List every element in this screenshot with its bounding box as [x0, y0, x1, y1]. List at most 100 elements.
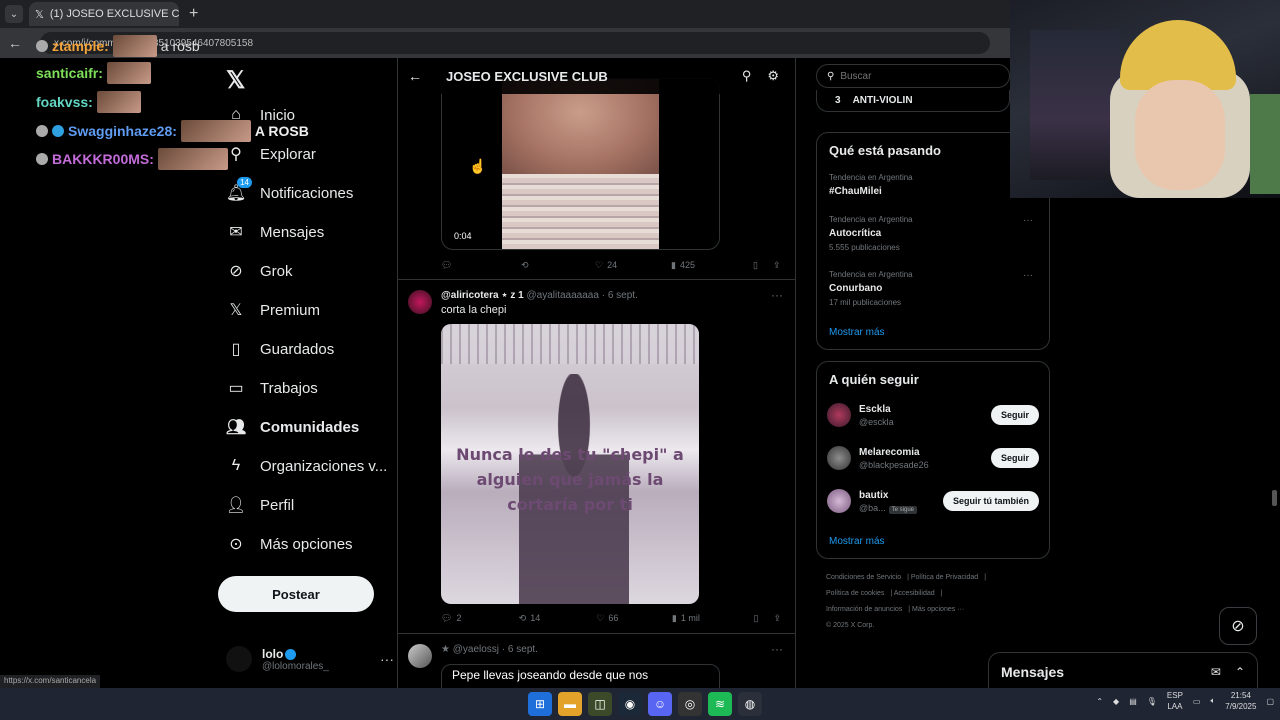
nav-item-grok[interactable]: ⊘ Grok	[226, 256, 292, 286]
nav-item-mas-opciones[interactable]: ⊙ Más opciones	[226, 529, 352, 559]
grok-icon: ⊘	[229, 263, 243, 280]
views-button[interactable]: ▮ 1 mil	[672, 613, 754, 624]
account-switcher[interactable]: lolo @lolomorales_ ···	[226, 642, 394, 676]
grok-floating-icon[interactable]: ⊘	[1219, 607, 1257, 645]
nav-item-organizaciones[interactable]: ϟ Organizaciones v...	[226, 451, 388, 481]
trend-more-icon[interactable]: ···	[1023, 270, 1033, 281]
expand-icon[interactable]: ⌃	[1235, 665, 1245, 679]
volume-icon[interactable]: 🔈︎	[1210, 696, 1215, 706]
repost-icon[interactable]: ⟲	[521, 260, 595, 271]
messages-drawer[interactable]: Mensajes ✉ ⌃	[988, 652, 1258, 690]
tweet-date[interactable]: · 6 sept.	[602, 290, 638, 301]
footer-link[interactable]: Política de Privacidad	[911, 574, 978, 581]
avatar[interactable]	[408, 290, 432, 314]
views-button[interactable]: ▮ 425	[671, 260, 753, 271]
follow-show-more-link[interactable]: Mostrar más	[829, 536, 885, 547]
bookmark-icon[interactable]: ▯	[754, 613, 774, 624]
footer-link[interactable]: Condiciones de Servicio	[826, 574, 901, 581]
address-bar[interactable]: x.com/i/communities/1851039546407805158	[40, 32, 990, 54]
windows-start-icon[interactable]: ⊞	[528, 692, 552, 716]
follow-back-button[interactable]: Seguir tú también	[942, 491, 1039, 511]
nav-item-mensajes[interactable]: ✉ Mensajes	[226, 217, 324, 247]
tweet-image[interactable]: Nunca le des tu "chepi" a alguien que ja…	[441, 324, 699, 604]
trend-item[interactable]: Tendencia en Argentina Autocrítica 5.555…	[829, 215, 1039, 252]
steam-icon[interactable]: ◉	[618, 692, 642, 716]
footer-link[interactable]: Accesibilidad	[894, 590, 935, 597]
x-logo-icon[interactable]: 𝕏	[226, 66, 245, 95]
nav-item-trabajos[interactable]: ▭ Trabajos	[226, 373, 318, 403]
tray-chevron-icon[interactable]: ⌃	[1096, 697, 1103, 706]
new-message-icon[interactable]: ✉	[1211, 665, 1221, 679]
tweet-more-icon[interactable]: ···	[771, 642, 783, 656]
clock[interactable]: 21:54 7/9/2025	[1225, 690, 1256, 712]
file-explorer-icon[interactable]: ▬	[558, 692, 582, 716]
post-button[interactable]: Postear	[218, 576, 374, 612]
tweet-date[interactable]: · 6 sept.	[502, 644, 538, 655]
microphone-icon[interactable]: 🎙︎	[1147, 697, 1157, 706]
app-icon[interactable]: ◫	[588, 692, 612, 716]
communities-icon: 👥︎	[225, 419, 247, 436]
reply-icon[interactable]: 💬︎	[441, 260, 521, 271]
chrome-icon[interactable]: ◍	[738, 692, 762, 716]
tweet-author-handle[interactable]: ★ @yaelossj	[441, 644, 499, 655]
trends-show-more-link[interactable]: Mostrar más	[829, 327, 885, 338]
trend-more-icon[interactable]: ···	[1023, 215, 1033, 226]
new-tab-button[interactable]: +	[189, 5, 198, 23]
browser-tab[interactable]: 𝕏 (1) JOSEO EXCLUSIVE CLUB / X	[29, 2, 179, 26]
search-box[interactable]: ⚲	[816, 64, 1010, 88]
footer-link[interactable]: Información de anuncios	[826, 606, 902, 613]
tray-app-icon[interactable]: ◆	[1113, 697, 1119, 706]
reply-button[interactable]: 💬︎ 2	[441, 613, 519, 624]
tab-list-button[interactable]: ⌄	[5, 5, 23, 23]
nav-item-guardados[interactable]: ▯ Guardados	[226, 334, 335, 364]
tweet-author-handle[interactable]: @ayalitaaaaaaa	[527, 290, 599, 301]
nav-item-comunidades[interactable]: 👥︎ Comunidades	[226, 412, 359, 442]
nav-item-inicio[interactable]: ⌂ Inicio	[226, 100, 295, 130]
nav-item-explorar[interactable]: ⚲ Explorar	[226, 139, 316, 169]
follow-suggestion[interactable]: Melarecomia @blackpesade26 Seguir	[827, 443, 1039, 473]
community-rank-item[interactable]: 3 ANTI-VIOLIN	[816, 90, 1010, 112]
obs-icon[interactable]: ◎	[678, 692, 702, 716]
search-input[interactable]	[840, 70, 991, 82]
search-icon[interactable]: ⚲	[742, 68, 752, 84]
like-button[interactable]: ♡ 24	[595, 260, 671, 271]
footer-link[interactable]: Más opciones ···	[912, 606, 964, 613]
scrollbar[interactable]	[1272, 490, 1277, 506]
tweet-actions: 💬︎ ⟲ ♡ 24 ▮ 425 ▯ ⇪	[441, 257, 781, 273]
discord-icon[interactable]: ☺	[648, 692, 672, 716]
avatar[interactable]	[408, 644, 432, 668]
language-indicator[interactable]: ESP LAA	[1167, 690, 1183, 712]
follow-suggestion[interactable]: bautix @ba... Te sigue Seguir tú también	[827, 486, 1039, 516]
share-icon[interactable]: ⇪	[773, 260, 781, 271]
network-icon[interactable]: ▤	[1129, 697, 1137, 706]
follow-button[interactable]: Seguir	[990, 405, 1039, 425]
tweet-actions: 💬︎ 2 ⟲ 14 ♡ 66 ▮ 1 mil ▯ ⇪	[441, 610, 781, 626]
search-icon: ⚲	[230, 146, 242, 163]
tweet-more-icon[interactable]: ···	[771, 288, 783, 302]
more-dots-icon[interactable]: ···	[380, 651, 394, 667]
follow-suggestion[interactable]: Esckla @esckla Seguir	[827, 400, 1039, 430]
trend-name: Autocrítica	[829, 228, 882, 239]
nav-label: Trabajos	[260, 379, 318, 397]
display-icon[interactable]: ▭	[1193, 697, 1201, 706]
like-button[interactable]: ♡ 66	[596, 613, 672, 624]
share-icon[interactable]: ⇪	[773, 613, 781, 624]
back-arrow-icon[interactable]: ←	[398, 68, 432, 84]
image-caption: Pepe llevas joseando desde que nos	[452, 668, 649, 682]
browser-back-icon[interactable]: ←	[0, 35, 30, 51]
nav-item-premium[interactable]: 𝕏 Premium	[226, 295, 320, 325]
trend-item[interactable]: Tendencia en Argentina #ChauMilei	[829, 173, 1039, 197]
footer-link[interactable]: Política de cookies	[826, 590, 884, 597]
notifications-icon[interactable]: ▢	[1266, 697, 1274, 706]
nav-item-notificaciones[interactable]: 🔔︎ 14 Notificaciones	[226, 177, 353, 208]
spotify-icon[interactable]: ≋	[708, 692, 732, 716]
nav-item-perfil[interactable]: 👤︎ Perfil	[226, 490, 294, 520]
tweet-image[interactable]: Pepe llevas joseando desde que nos	[441, 664, 720, 688]
tweet-author-name[interactable]: @aliricotera ⋆ z 1	[441, 290, 524, 301]
follow-button[interactable]: Seguir	[990, 448, 1039, 468]
avatar	[827, 489, 851, 513]
gear-icon[interactable]: ⚙	[767, 68, 779, 84]
bookmark-icon[interactable]: ▯	[753, 260, 773, 271]
repost-button[interactable]: ⟲ 14	[519, 613, 597, 624]
trend-item[interactable]: Tendencia en Argentina Conurbano 17 mil …	[829, 270, 1039, 307]
